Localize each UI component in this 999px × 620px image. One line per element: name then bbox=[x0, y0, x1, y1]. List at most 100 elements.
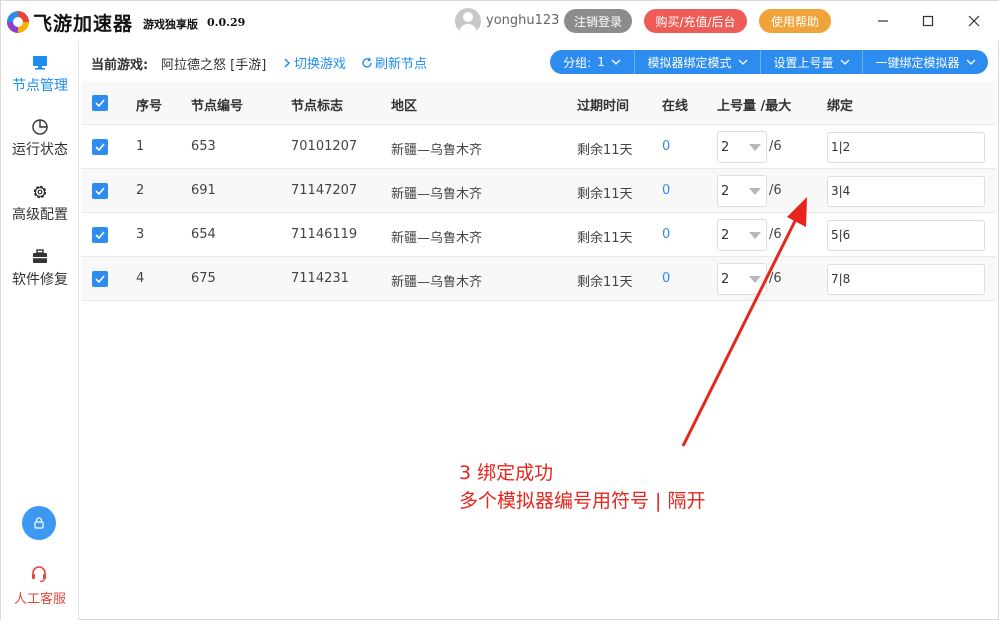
set-login-count-button[interactable]: 设置上号量 bbox=[761, 50, 863, 74]
cell-node-no: 691 bbox=[191, 183, 216, 198]
cell-online: 0 bbox=[662, 227, 671, 242]
sidebar-item-node-management[interactable]: 节点管理 bbox=[1, 53, 79, 113]
table-row: 2 691 71147207 新疆—乌鲁木齐 剩余11天 0 2 /6 3|4 bbox=[81, 169, 996, 213]
current-game-value: 阿拉德之怒 [手游] bbox=[161, 58, 267, 73]
table-row: 3 654 71146119 新疆—乌鲁木齐 剩余11天 0 2 /6 5|6 bbox=[81, 213, 996, 257]
emulator-bind-mode-button[interactable]: 模拟器绑定模式 bbox=[635, 50, 761, 74]
row-checkbox[interactable] bbox=[92, 271, 108, 287]
maximize-icon[interactable] bbox=[916, 9, 940, 33]
logout-button[interactable]: 注销登录 bbox=[564, 9, 632, 33]
login-count-select[interactable]: 2 bbox=[717, 131, 767, 163]
cell-node-tag: 7114231 bbox=[291, 271, 349, 286]
app-version: 0.0.29 bbox=[207, 16, 246, 29]
sidebar-item-advanced-config[interactable]: 高级配置 bbox=[1, 182, 79, 242]
chevron-down-icon bbox=[840, 59, 849, 65]
current-game-label: 当前游戏: bbox=[91, 58, 149, 73]
bind-input[interactable]: 3|4 bbox=[827, 176, 985, 207]
app-logo-icon bbox=[7, 11, 29, 33]
bind-input[interactable]: 1|2 bbox=[827, 132, 985, 163]
refresh-nodes-link[interactable]: 刷新节点 bbox=[361, 53, 427, 72]
cell-region: 新疆—乌鲁木齐 bbox=[391, 143, 483, 158]
app-name: 飞游加速器 bbox=[33, 13, 134, 35]
cell-online: 0 bbox=[662, 271, 671, 286]
cell-node-tag: 71146119 bbox=[291, 227, 358, 242]
cell-expire: 剩余11天 bbox=[577, 231, 633, 246]
sidebar: 节点管理 运行状态 高级配置 软件修复 人工客服 bbox=[1, 41, 79, 620]
header-online: 在线 bbox=[662, 99, 689, 114]
sidebar-item-software-repair[interactable]: 软件修复 bbox=[1, 247, 79, 307]
sidebar-item-label: 高级配置 bbox=[12, 207, 68, 223]
cell-region: 新疆—乌鲁木齐 bbox=[391, 275, 483, 290]
check-icon bbox=[95, 231, 105, 239]
check-icon bbox=[95, 143, 105, 151]
header-bind: 绑定 bbox=[827, 99, 854, 114]
annotation-text: 3 绑定成功 多个模拟器编号用符号 | 隔开 bbox=[459, 459, 705, 515]
support-label: 人工客服 bbox=[13, 592, 66, 607]
header-login-max: 上号量 /最大 bbox=[717, 99, 792, 114]
chevron-right-icon bbox=[284, 57, 291, 68]
cell-node-tag: 70101207 bbox=[291, 139, 358, 154]
header-node-tag: 节点标志 bbox=[291, 99, 344, 114]
set-login-count-label: 设置上号量 bbox=[773, 55, 834, 70]
cell-node-no: 654 bbox=[191, 227, 216, 242]
cell-online: 0 bbox=[662, 139, 671, 154]
table-row: 4 675 7114231 新疆—乌鲁木齐 剩余11天 0 2 /6 7|8 bbox=[81, 257, 996, 301]
switch-game-link[interactable]: 切换游戏 bbox=[282, 53, 346, 72]
login-count-select[interactable]: 2 bbox=[717, 219, 767, 251]
avatar[interactable] bbox=[455, 8, 481, 34]
group-value: 1 bbox=[597, 55, 605, 69]
header-region: 地区 bbox=[391, 99, 418, 114]
cell-index: 2 bbox=[136, 183, 145, 198]
refresh-icon bbox=[362, 57, 372, 68]
cell-online: 0 bbox=[662, 183, 671, 198]
cell-max: /6 bbox=[769, 183, 782, 198]
sidebar-item-label: 运行状态 bbox=[12, 142, 68, 158]
chevron-down-icon bbox=[738, 59, 747, 65]
table-row: 1 653 70101207 新疆—乌鲁木齐 剩余11天 0 2 /6 1|2 bbox=[81, 125, 996, 169]
cell-region: 新疆—乌鲁木齐 bbox=[391, 231, 483, 246]
cell-max: /6 bbox=[769, 227, 782, 242]
lock-button[interactable] bbox=[22, 506, 56, 540]
app-window: 飞游加速器 游戏独享版 0.0.29 yonghu123 注销登录 购买/充值/… bbox=[0, 0, 999, 620]
sidebar-item-label: 软件修复 bbox=[12, 272, 68, 288]
header-expire: 过期时间 bbox=[577, 99, 630, 114]
select-all-checkbox[interactable] bbox=[92, 95, 108, 111]
row-checkbox[interactable] bbox=[92, 139, 108, 155]
table-header: 序号 节点编号 节点标志 地区 过期时间 在线 上号量 /最大 绑定 bbox=[81, 81, 996, 125]
chevron-down-icon bbox=[611, 59, 621, 65]
cell-index: 1 bbox=[136, 139, 145, 154]
cell-node-no: 675 bbox=[191, 271, 216, 286]
bind-input[interactable]: 7|8 bbox=[827, 264, 985, 295]
monitor-icon bbox=[33, 56, 47, 70]
dropdown-arrow-icon bbox=[749, 188, 761, 195]
header-node-no: 节点编号 bbox=[191, 99, 244, 114]
buy-recharge-button[interactable]: 购买/充值/后台 bbox=[644, 9, 747, 33]
cell-region: 新疆—乌鲁木齐 bbox=[391, 187, 483, 202]
username: yonghu123 bbox=[486, 13, 560, 28]
help-button[interactable]: 使用帮助 bbox=[759, 9, 831, 33]
dropdown-arrow-icon bbox=[749, 276, 761, 283]
annotation-line-2: 多个模拟器编号用符号 | 隔开 bbox=[459, 490, 706, 512]
check-icon bbox=[95, 275, 105, 283]
cell-expire: 剩余11天 bbox=[577, 143, 633, 158]
login-count-select[interactable]: 2 bbox=[717, 175, 767, 207]
cell-node-no: 653 bbox=[191, 139, 216, 154]
toolbox-icon bbox=[33, 249, 47, 263]
login-count-select[interactable]: 2 bbox=[717, 263, 767, 295]
header-index: 序号 bbox=[136, 99, 163, 114]
headset-icon bbox=[32, 566, 46, 583]
customer-support-button[interactable]: 人工客服 bbox=[1, 564, 79, 609]
check-icon bbox=[95, 99, 105, 107]
action-button-group: 分组: 1 模拟器绑定模式 设置上号量 一键绑定模拟器 bbox=[550, 50, 988, 74]
group-select-button[interactable]: 分组: 1 bbox=[550, 50, 635, 74]
row-checkbox[interactable] bbox=[92, 183, 108, 199]
bind-all-emulators-button[interactable]: 一键绑定模拟器 bbox=[863, 50, 988, 74]
minimize-icon[interactable] bbox=[871, 9, 895, 33]
row-checkbox[interactable] bbox=[92, 227, 108, 243]
cell-max: /6 bbox=[769, 139, 782, 154]
annotation-line-1: 3 绑定成功 bbox=[459, 462, 554, 484]
bind-input[interactable]: 5|6 bbox=[827, 220, 985, 251]
close-icon[interactable] bbox=[962, 9, 986, 33]
sidebar-item-run-status[interactable]: 运行状态 bbox=[1, 117, 79, 177]
gear-icon bbox=[33, 185, 47, 199]
